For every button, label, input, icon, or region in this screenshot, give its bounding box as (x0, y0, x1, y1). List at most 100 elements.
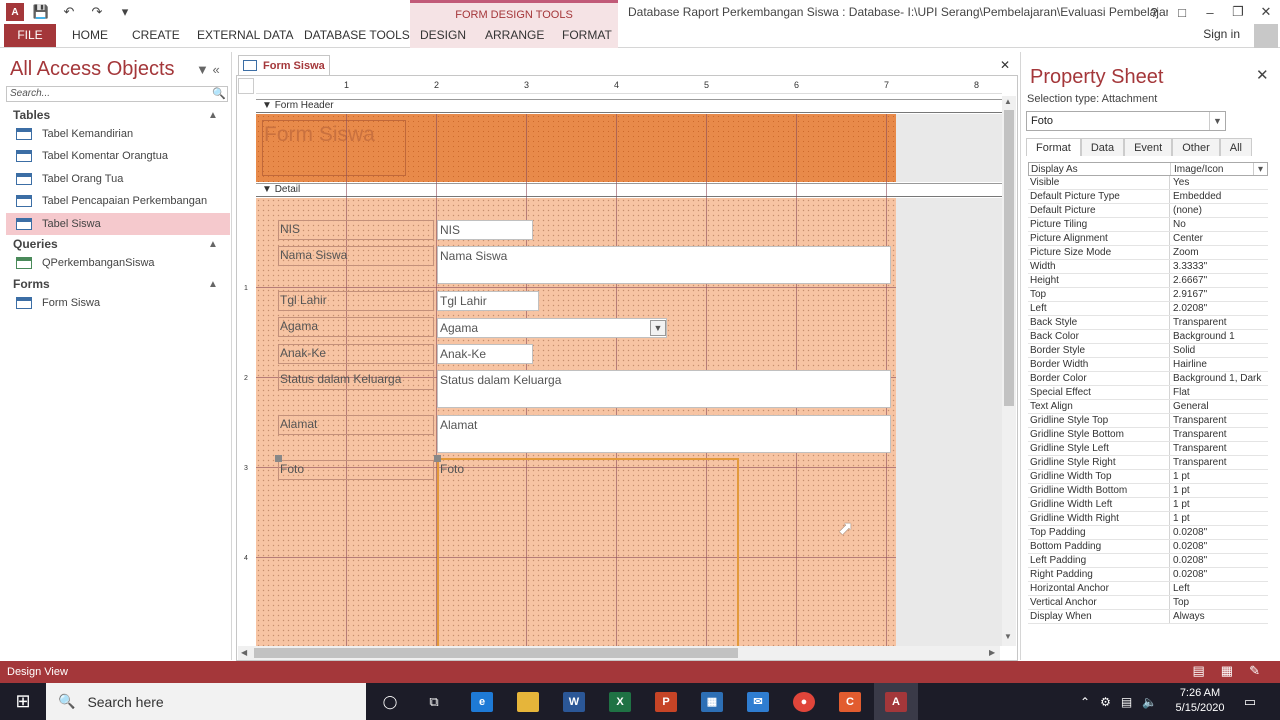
property-row[interactable]: Horizontal Anchor Left (1028, 582, 1268, 596)
property-row[interactable]: Bottom Padding 0.0208" (1028, 540, 1268, 554)
tab-event[interactable]: Event (1124, 138, 1173, 156)
help-button[interactable]: ? (1140, 0, 1168, 24)
nav-group-forms[interactable]: Forms (13, 277, 50, 291)
chevron-down-icon[interactable]: ▼ (1209, 112, 1225, 130)
property-value[interactable]: 1 pt (1170, 498, 1268, 511)
chrome-icon[interactable]: ● (782, 683, 826, 720)
textbox-nis[interactable]: NIS (437, 220, 533, 240)
scroll-left-icon[interactable]: ◀ (241, 648, 247, 657)
label-nama-siswa[interactable]: Nama Siswa (278, 246, 434, 266)
property-value[interactable]: Transparent (1170, 428, 1268, 441)
property-row[interactable]: Gridline Style Bottom Transparent (1028, 428, 1268, 442)
property-row[interactable]: Top Padding 0.0208" (1028, 526, 1268, 540)
property-row[interactable]: Border Width Hairline (1028, 358, 1268, 372)
form-title-label[interactable]: Form Siswa (262, 120, 406, 176)
file-explorer-icon[interactable] (506, 683, 550, 720)
form-header-bar[interactable]: ▼ Form Header (256, 99, 1002, 113)
collapse-icon[interactable]: ▲ (208, 110, 218, 121)
people-icon[interactable]: ⚙ (1100, 695, 1111, 709)
nav-group-queries[interactable]: Queries (13, 237, 58, 251)
tab-database-tools[interactable]: DATABASE TOOLS (304, 24, 410, 47)
label-alamat[interactable]: Alamat (278, 415, 434, 435)
form-view-icon[interactable]: ▤ (1193, 663, 1205, 679)
tab-home[interactable]: HOME (72, 24, 108, 47)
property-value[interactable]: 1 pt (1170, 470, 1268, 483)
ribbon-display-icon[interactable]: □ (1168, 0, 1196, 24)
cortana-icon[interactable]: ◯ (368, 683, 412, 720)
word-icon[interactable]: W (552, 683, 596, 720)
camtasia-icon[interactable]: C (828, 683, 872, 720)
tab-format[interactable]: FORMAT (562, 24, 612, 47)
property-value[interactable]: Left (1170, 582, 1268, 595)
property-value[interactable]: Always (1170, 610, 1268, 623)
property-row[interactable]: Gridline Width Bottom 1 pt (1028, 484, 1268, 498)
label-status-keluarga[interactable]: Status dalam Keluarga (278, 370, 434, 390)
tab-file[interactable]: FILE (4, 24, 56, 47)
property-value[interactable]: 2.0208" (1170, 302, 1268, 315)
property-row[interactable]: Back Style Transparent (1028, 316, 1268, 330)
task-view-icon[interactable]: ⧉ (412, 683, 456, 720)
nav-item-form[interactable]: Form Siswa (6, 292, 230, 314)
edge-icon[interactable]: e (460, 683, 504, 720)
property-value[interactable]: Center (1170, 232, 1268, 245)
scroll-up-icon[interactable]: ▲ (1004, 97, 1012, 106)
property-value[interactable]: Transparent (1170, 442, 1268, 455)
nav-item-table[interactable]: Tabel Orang Tua (6, 168, 230, 190)
detail-bar[interactable]: ▼ Detail (256, 183, 1002, 197)
property-row[interactable]: Border Color Background 1, Dark (1028, 372, 1268, 386)
property-row[interactable]: Display As Image/Icon ▾ (1028, 162, 1268, 176)
tab-external-data[interactable]: EXTERNAL DATA (197, 24, 293, 47)
label-tgl-lahir[interactable]: Tgl Lahir (278, 291, 434, 311)
label-foto[interactable]: Foto (278, 460, 434, 480)
tab-arrange[interactable]: ARRANGE (485, 24, 544, 47)
property-value[interactable]: 3.3333" (1170, 260, 1268, 273)
property-row[interactable]: Text Align General (1028, 400, 1268, 414)
customize-qat-icon[interactable]: ▾ (114, 2, 136, 22)
scrollbar-thumb[interactable] (1004, 110, 1014, 406)
collapse-icon[interactable]: ▲ (208, 279, 218, 290)
property-value[interactable]: 0.0208" (1170, 526, 1268, 539)
vertical-ruler[interactable] (238, 96, 254, 646)
search-icon[interactable]: 🔍 (212, 87, 226, 101)
property-row[interactable]: Picture Alignment Center (1028, 232, 1268, 246)
document-tab[interactable]: Form Siswa (238, 55, 330, 75)
save-icon[interactable]: 💾 (30, 2, 52, 22)
textbox-alamat[interactable]: Alamat (437, 415, 891, 453)
control-selector[interactable]: Foto (1026, 111, 1226, 131)
property-value[interactable]: 0.0208" (1170, 554, 1268, 567)
move-handle[interactable] (275, 455, 282, 462)
property-value[interactable]: General (1170, 400, 1268, 413)
tab-format[interactable]: Format (1026, 138, 1081, 156)
property-value[interactable]: 2.9167" (1170, 288, 1268, 301)
nav-pane-title[interactable]: All Access Objects (10, 58, 175, 81)
property-value[interactable]: Top (1170, 596, 1268, 609)
nav-item-table[interactable]: Tabel Kemandirian (6, 123, 230, 145)
design-view-icon[interactable]: ✎ (1249, 663, 1260, 679)
access-taskbar-icon[interactable]: A (874, 683, 918, 720)
taskbar-search[interactable]: 🔍 Search here (46, 683, 366, 720)
property-value[interactable]: Background 1 (1170, 330, 1268, 343)
store-icon[interactable]: ▦ (690, 683, 734, 720)
excel-icon[interactable]: X (598, 683, 642, 720)
label-agama[interactable]: Agama (278, 317, 434, 337)
property-value[interactable]: 2.6667" (1170, 274, 1268, 287)
scroll-right-icon[interactable]: ▶ (989, 648, 995, 657)
property-row[interactable]: Picture Tiling No (1028, 218, 1268, 232)
nav-item-query[interactable]: QPerkembanganSiswa (6, 252, 230, 274)
property-row[interactable]: Back Color Background 1 (1028, 330, 1268, 344)
property-value[interactable]: Transparent (1170, 316, 1268, 329)
nav-item-table[interactable]: Tabel Pencapaian Perkembangan (6, 190, 230, 212)
undo-icon[interactable]: ↶ (58, 2, 80, 22)
show-hidden-icons-icon[interactable]: ⌃ (1080, 695, 1090, 709)
property-row[interactable]: Gridline Width Right 1 pt (1028, 512, 1268, 526)
property-row[interactable]: Vertical Anchor Top (1028, 596, 1268, 610)
property-row[interactable]: Default Picture (none) (1028, 204, 1268, 218)
nav-group-tables[interactable]: Tables (13, 108, 50, 122)
attachment-control-foto[interactable] (437, 458, 739, 648)
layout-view-icon[interactable]: ▦ (1221, 663, 1233, 679)
property-row[interactable]: Right Padding 0.0208" (1028, 568, 1268, 582)
property-value[interactable]: Background 1, Dark (1170, 372, 1268, 385)
property-row[interactable]: Picture Size Mode Zoom (1028, 246, 1268, 260)
textbox-anak-ke[interactable]: Anak-Ke (437, 344, 533, 364)
network-icon[interactable]: ▤ (1121, 695, 1132, 709)
